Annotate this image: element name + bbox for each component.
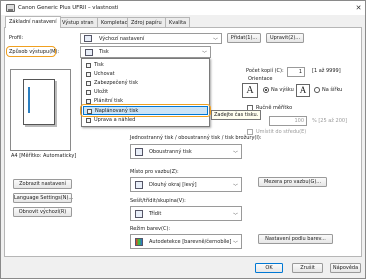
- restore-defaults-button[interactable]: Obnovit výchozí(R): [13, 207, 72, 217]
- copies-range: [1 až 9999]: [312, 68, 341, 74]
- finishing-label: Sešít/třídit/skupina(V):: [130, 198, 186, 204]
- output-method-label: Způsob výstupu(M):: [9, 49, 60, 55]
- landscape-radio[interactable]: [314, 87, 320, 93]
- dropdown-item[interactable]: Tisk: [83, 61, 208, 70]
- store-icon: [86, 72, 91, 77]
- colour-mode-value: Autodetekce [barevně/černobíle]: [149, 239, 232, 245]
- profile-value: Výchozí nastavení: [99, 36, 145, 42]
- layout-value: Oboustranný tisk: [149, 149, 192, 155]
- binding-edge-icon: [28, 87, 48, 113]
- center-label: Umístit do středu(E): [256, 129, 307, 135]
- ok-button[interactable]: OK: [255, 263, 283, 273]
- chevron-down-icon: ﹀: [232, 213, 238, 219]
- dropdown-item[interactable]: Uchovat: [83, 70, 208, 79]
- chevron-down-icon: ﹀: [232, 184, 238, 190]
- layout-label: Jednostranný tisk / oboustranný tisk / t…: [130, 135, 262, 141]
- profile-label: Profil:: [9, 35, 24, 41]
- print-icon: [86, 63, 91, 68]
- preview-icon: [86, 118, 91, 123]
- tab-basic-settings[interactable]: Základní nastavení: [5, 16, 61, 28]
- profile-combo[interactable]: Výchozí nastavení ﹀: [80, 33, 222, 44]
- manual-scale-label: Ručně měřítko: [256, 105, 293, 111]
- chevron-down-icon: ﹀: [232, 151, 238, 157]
- finishing-value: Třídit: [149, 211, 162, 217]
- landscape-icon: A: [296, 84, 310, 97]
- layout-combo[interactable]: Oboustranný tisk ﹀: [130, 144, 242, 159]
- language-settings-button[interactable]: Language Settings(N)...: [13, 193, 73, 203]
- edit-profile-button[interactable]: Upravit(2)...: [266, 33, 304, 43]
- colour-settings-button[interactable]: Nastavení podlu barev...: [258, 234, 333, 244]
- output-method-combo[interactable]: Tisk ﹀: [80, 46, 211, 58]
- colour-icon: [135, 238, 143, 246]
- title-bar: Canon Generic Plus UFRII – vlastnosti ✕: [1, 1, 365, 15]
- dropdown-item[interactable]: Zabezpečený tisk: [83, 79, 208, 88]
- binding-combo[interactable]: Dlouhý okraj [levý] ﹀: [130, 177, 242, 192]
- chevron-down-icon: ﹀: [212, 38, 218, 44]
- binding-value: Dlouhý okraj [levý]: [149, 182, 197, 188]
- chevron-down-icon: ﹀: [232, 241, 238, 247]
- scale-input[interactable]: 100: [269, 116, 307, 126]
- dropdown-item[interactable]: Uložit: [83, 88, 208, 97]
- properties-window: Canon Generic Plus UFRII – vlastnosti ✕ …: [0, 0, 366, 279]
- close-button[interactable]: ✕: [353, 3, 364, 13]
- binding-margin-button[interactable]: Mezera pro vazbu(G)...: [258, 177, 327, 187]
- tooltip: Zadejte čas tisku.: [211, 110, 262, 120]
- binding-icon: [135, 181, 143, 189]
- collate-icon: [135, 210, 143, 218]
- scheduled-print-highlight: [80, 104, 211, 117]
- colour-mode-label: Režim barev(C):: [130, 226, 171, 232]
- dropdown-item[interactable]: Úprava a náhled: [83, 116, 208, 125]
- output-method-value: Tisk: [99, 49, 109, 55]
- colour-mode-combo[interactable]: Autodetekce [barevně/černobíle] ﹀: [130, 234, 242, 249]
- portrait-radio[interactable]: [263, 87, 269, 93]
- add-profile-button[interactable]: Přidat(1)...: [227, 33, 261, 43]
- finishing-combo[interactable]: Třídit ﹀: [130, 206, 242, 221]
- print-icon: [85, 49, 93, 56]
- printer-icon: [6, 4, 15, 12]
- preview-caption: A4 [Měřítko: Automaticky]: [11, 153, 77, 159]
- help-button[interactable]: Nápověda: [330, 263, 361, 273]
- save-icon: [86, 90, 91, 95]
- view-settings-button[interactable]: Zobrazit nastavení: [13, 179, 72, 189]
- orientation-label: Orientace: [248, 76, 273, 82]
- profile-icon: [84, 35, 92, 42]
- copies-label: Počet kopií (C):: [246, 68, 284, 74]
- portrait-label: Na výšku: [271, 87, 294, 93]
- cancel-button[interactable]: Zrušit: [292, 263, 323, 273]
- duplex-icon: [135, 148, 143, 156]
- window-title: Canon Generic Plus UFRII – vlastnosti: [18, 5, 119, 11]
- landscape-label: Na šířku: [322, 87, 343, 93]
- scale-range: % [25 až 200]: [312, 118, 348, 124]
- copies-input[interactable]: 1: [287, 67, 305, 77]
- chevron-down-icon: ﹀: [201, 51, 207, 57]
- portrait-icon: A: [242, 83, 258, 98]
- lock-icon: [86, 81, 91, 86]
- binding-label: Místo pro vazbu(Z):: [130, 169, 179, 175]
